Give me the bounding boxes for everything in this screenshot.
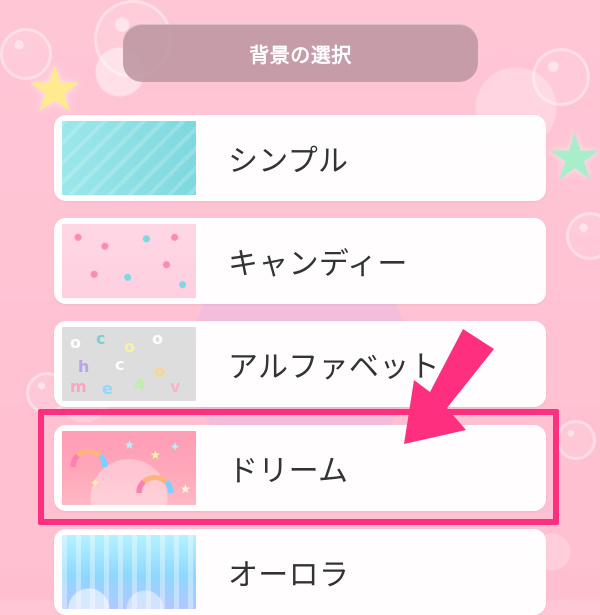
candy-thumbnail <box>62 224 196 298</box>
alphabet-decoration: c <box>96 329 106 348</box>
page-title-label: 背景の選択 <box>249 42 352 67</box>
rainbow-icon <box>136 475 174 493</box>
bubble-decoration <box>532 48 590 106</box>
alphabet-decoration: o <box>124 337 135 356</box>
alphabet-decoration: o <box>152 329 163 348</box>
rainbow-icon <box>70 449 108 467</box>
star-icon: ★ <box>180 482 191 496</box>
star-icon: ★ <box>150 448 161 462</box>
background-option-alphabet[interactable]: o c o o h c o m e 4 v アルファベット <box>54 321 546 407</box>
background-option-label: オーロラ <box>228 558 350 593</box>
background-option-dream[interactable]: ★ ★ ✦ ✦ ★ ドリーム <box>54 425 546 511</box>
star-icon: ✦ <box>170 440 181 454</box>
background-option-aurora[interactable]: オーロラ <box>54 529 546 615</box>
star-icon: ★ <box>124 438 135 452</box>
background-option-simple[interactable]: シンプル <box>54 115 546 201</box>
background-option-candy[interactable]: キャンディー <box>54 218 546 304</box>
background-option-label: ドリーム <box>228 454 349 489</box>
star-icon: ✦ <box>90 476 101 490</box>
alphabet-decoration: o <box>154 362 165 381</box>
alphabet-decoration: c <box>115 355 125 374</box>
dream-thumbnail: ★ ★ ✦ ✦ ★ <box>62 431 196 505</box>
alphabet-thumbnail: o c o o h c o m e 4 v <box>62 327 196 401</box>
aurora-thumbnail <box>62 535 196 609</box>
background-option-label: キャンディー <box>228 247 408 282</box>
alphabet-decoration: m <box>70 377 87 396</box>
alphabet-decoration: v <box>170 377 181 396</box>
alphabet-decoration: o <box>70 333 81 352</box>
alphabet-decoration: e <box>102 379 113 398</box>
bubble-decoration <box>556 420 596 460</box>
background-option-label: アルファベット <box>228 350 440 385</box>
page-title: 背景の選択 <box>123 24 478 82</box>
simple-thumbnail <box>62 121 196 195</box>
alphabet-decoration: 4 <box>134 375 146 394</box>
background-option-label: シンプル <box>228 144 349 179</box>
alphabet-decoration: h <box>78 357 90 376</box>
